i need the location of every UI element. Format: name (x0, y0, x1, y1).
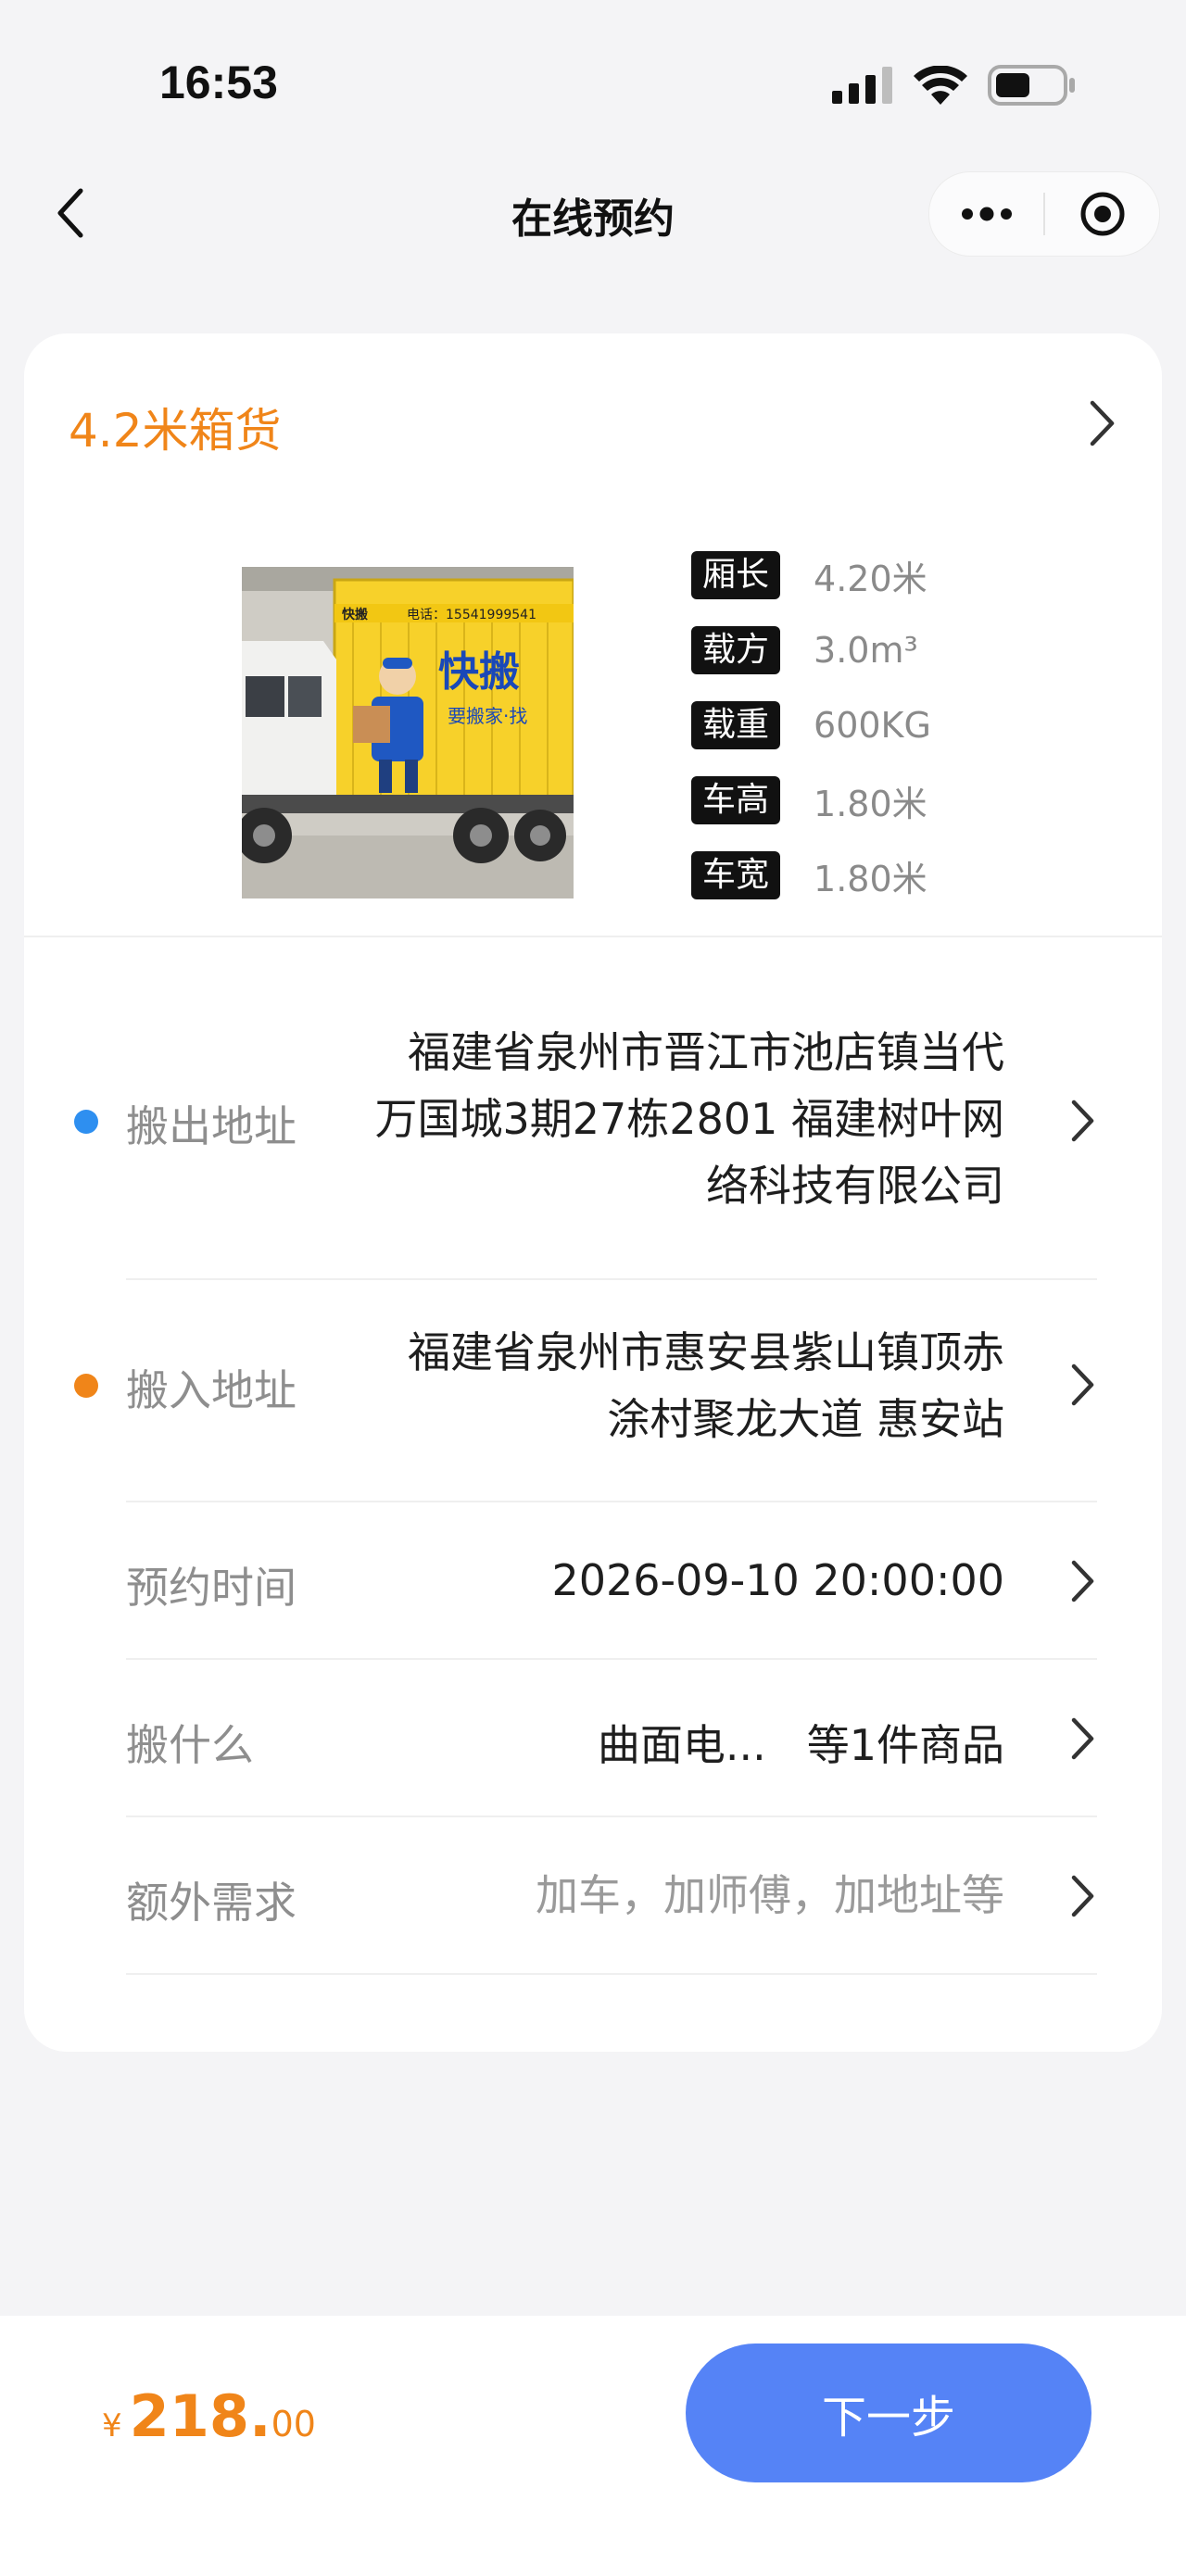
chevron-right-icon (1090, 400, 1115, 446)
vehicle-name: 4.2米箱货 (69, 404, 282, 458)
booking-card: 4.2米箱货 快搬 电话：15541999541 快搬 要搬家·找 厢长 4.2… (24, 333, 1162, 2052)
svg-text:电话：15541999541: 电话：15541999541 (407, 608, 536, 622)
move-out-address-row[interactable]: 搬出地址 福建省泉州市晋江市池店镇当代 万国城3期27栋2801 福建树叶网 络… (24, 1019, 1162, 1280)
target-circle-icon (1080, 192, 1124, 236)
goods-count: 等1件商品 (806, 1720, 1004, 1770)
spec-row: 载重 600KG (691, 698, 931, 752)
next-step-button[interactable]: 下一步 (686, 2344, 1091, 2482)
address-line: 万国城3期27栋2801 福建树叶网 (374, 1094, 1005, 1144)
move-in-address-row[interactable]: 搬入地址 福建省泉州市惠安县紫山镇顶赤 涂村聚龙大道 惠安站 (24, 1280, 1162, 1502)
vehicle-type-selector[interactable]: 4.2米箱货 (24, 333, 1162, 519)
chevron-right-icon (1071, 1717, 1094, 1760)
spec-label: 车宽 (691, 851, 781, 899)
svg-text:快搬: 快搬 (342, 607, 368, 622)
vehicle-specs: 厢长 4.20米 载方 3.0m³ 载重 600KG 车高 1.80米 车宽 1… (691, 548, 931, 924)
move-in-address: 福建省泉州市惠安县紫山镇顶赤 涂村聚龙大道 惠安站 (408, 1319, 1004, 1452)
total-price: ¥ 218. 00 (102, 2382, 316, 2450)
miniprogram-capsule (928, 171, 1160, 257)
wifi-icon (914, 66, 967, 105)
spec-label: 车高 (691, 776, 781, 824)
spec-label: 载重 (691, 701, 781, 749)
appointment-time-row[interactable]: 预约时间 2026-09-10 20:00:00 (24, 1502, 1162, 1660)
goods-item: 曲面电... (597, 1720, 766, 1770)
move-in-dot (74, 1374, 98, 1398)
price-decimal: 00 (271, 2404, 316, 2444)
battery-icon (988, 65, 1075, 106)
status-time: 16:53 (159, 57, 278, 108)
status-bar: 16:53 (0, 0, 1186, 167)
address-line: 络科技有限公司 (706, 1161, 1004, 1211)
spec-label: 厢长 (691, 551, 781, 599)
close-miniprogram-button[interactable] (1045, 172, 1159, 256)
address-line: 福建省泉州市晋江市池店镇当代 (408, 1027, 1004, 1077)
spec-row: 车高 1.80米 (691, 773, 931, 827)
spec-value: 1.80米 (814, 858, 927, 899)
svg-text:要搬家·找: 要搬家·找 (448, 705, 527, 727)
chevron-right-icon (1071, 1363, 1094, 1406)
goods-summary: 曲面电... 等1件商品 (598, 1712, 1004, 1773)
spec-value: 3.0m³ (814, 630, 918, 671)
extra-requirements-label: 额外需求 (126, 1878, 296, 1928)
chevron-right-icon (1071, 1875, 1094, 1917)
goods-row[interactable]: 搬什么 曲面电... 等1件商品 (24, 1660, 1162, 1817)
signal-icon (832, 67, 892, 104)
truck-image: 快搬 电话：15541999541 快搬 要搬家·找 (242, 567, 574, 898)
more-button[interactable] (929, 172, 1043, 256)
chevron-right-icon (1071, 1100, 1094, 1142)
move-out-dot (74, 1110, 98, 1134)
price-currency: ¥ (102, 2407, 122, 2444)
section-divider (24, 936, 1162, 937)
spec-row: 车宽 1.80米 (691, 848, 931, 902)
move-in-label: 搬入地址 (126, 1365, 296, 1415)
bottom-action-bar: ¥ 218. 00 下一步 (0, 2316, 1186, 2576)
address-line: 涂村聚龙大道 惠安站 (607, 1394, 1004, 1444)
goods-label: 搬什么 (126, 1720, 254, 1770)
spec-row: 厢长 4.20米 (691, 548, 931, 602)
nav-bar: 在线预约 (0, 162, 1186, 264)
appointment-time-value: 2026-09-10 20:00:00 (551, 1555, 1004, 1605)
spec-label: 载方 (691, 626, 781, 674)
spec-value: 1.80米 (814, 783, 927, 824)
spec-value: 600KG (814, 705, 931, 746)
price-integer: 218. (129, 2382, 271, 2450)
move-out-label: 搬出地址 (126, 1101, 296, 1151)
row-divider (126, 1973, 1097, 1975)
more-dots-icon (961, 207, 1012, 221)
svg-text:快搬: 快搬 (438, 648, 520, 696)
extra-requirements-row[interactable]: 额外需求 加车，加师傅，加地址等 (24, 1817, 1162, 1975)
move-out-address: 福建省泉州市晋江市池店镇当代 万国城3期27栋2801 福建树叶网 络科技有限公… (375, 1019, 1005, 1219)
spec-value: 4.20米 (814, 558, 927, 599)
status-icons (832, 65, 1077, 106)
chevron-right-icon (1071, 1560, 1094, 1602)
appointment-time-label: 预约时间 (126, 1563, 296, 1613)
spec-row: 载方 3.0m³ (691, 623, 931, 677)
extra-requirements-placeholder: 加车，加师傅，加地址等 (536, 1870, 1004, 1920)
address-line: 福建省泉州市惠安县紫山镇顶赤 (408, 1327, 1004, 1377)
